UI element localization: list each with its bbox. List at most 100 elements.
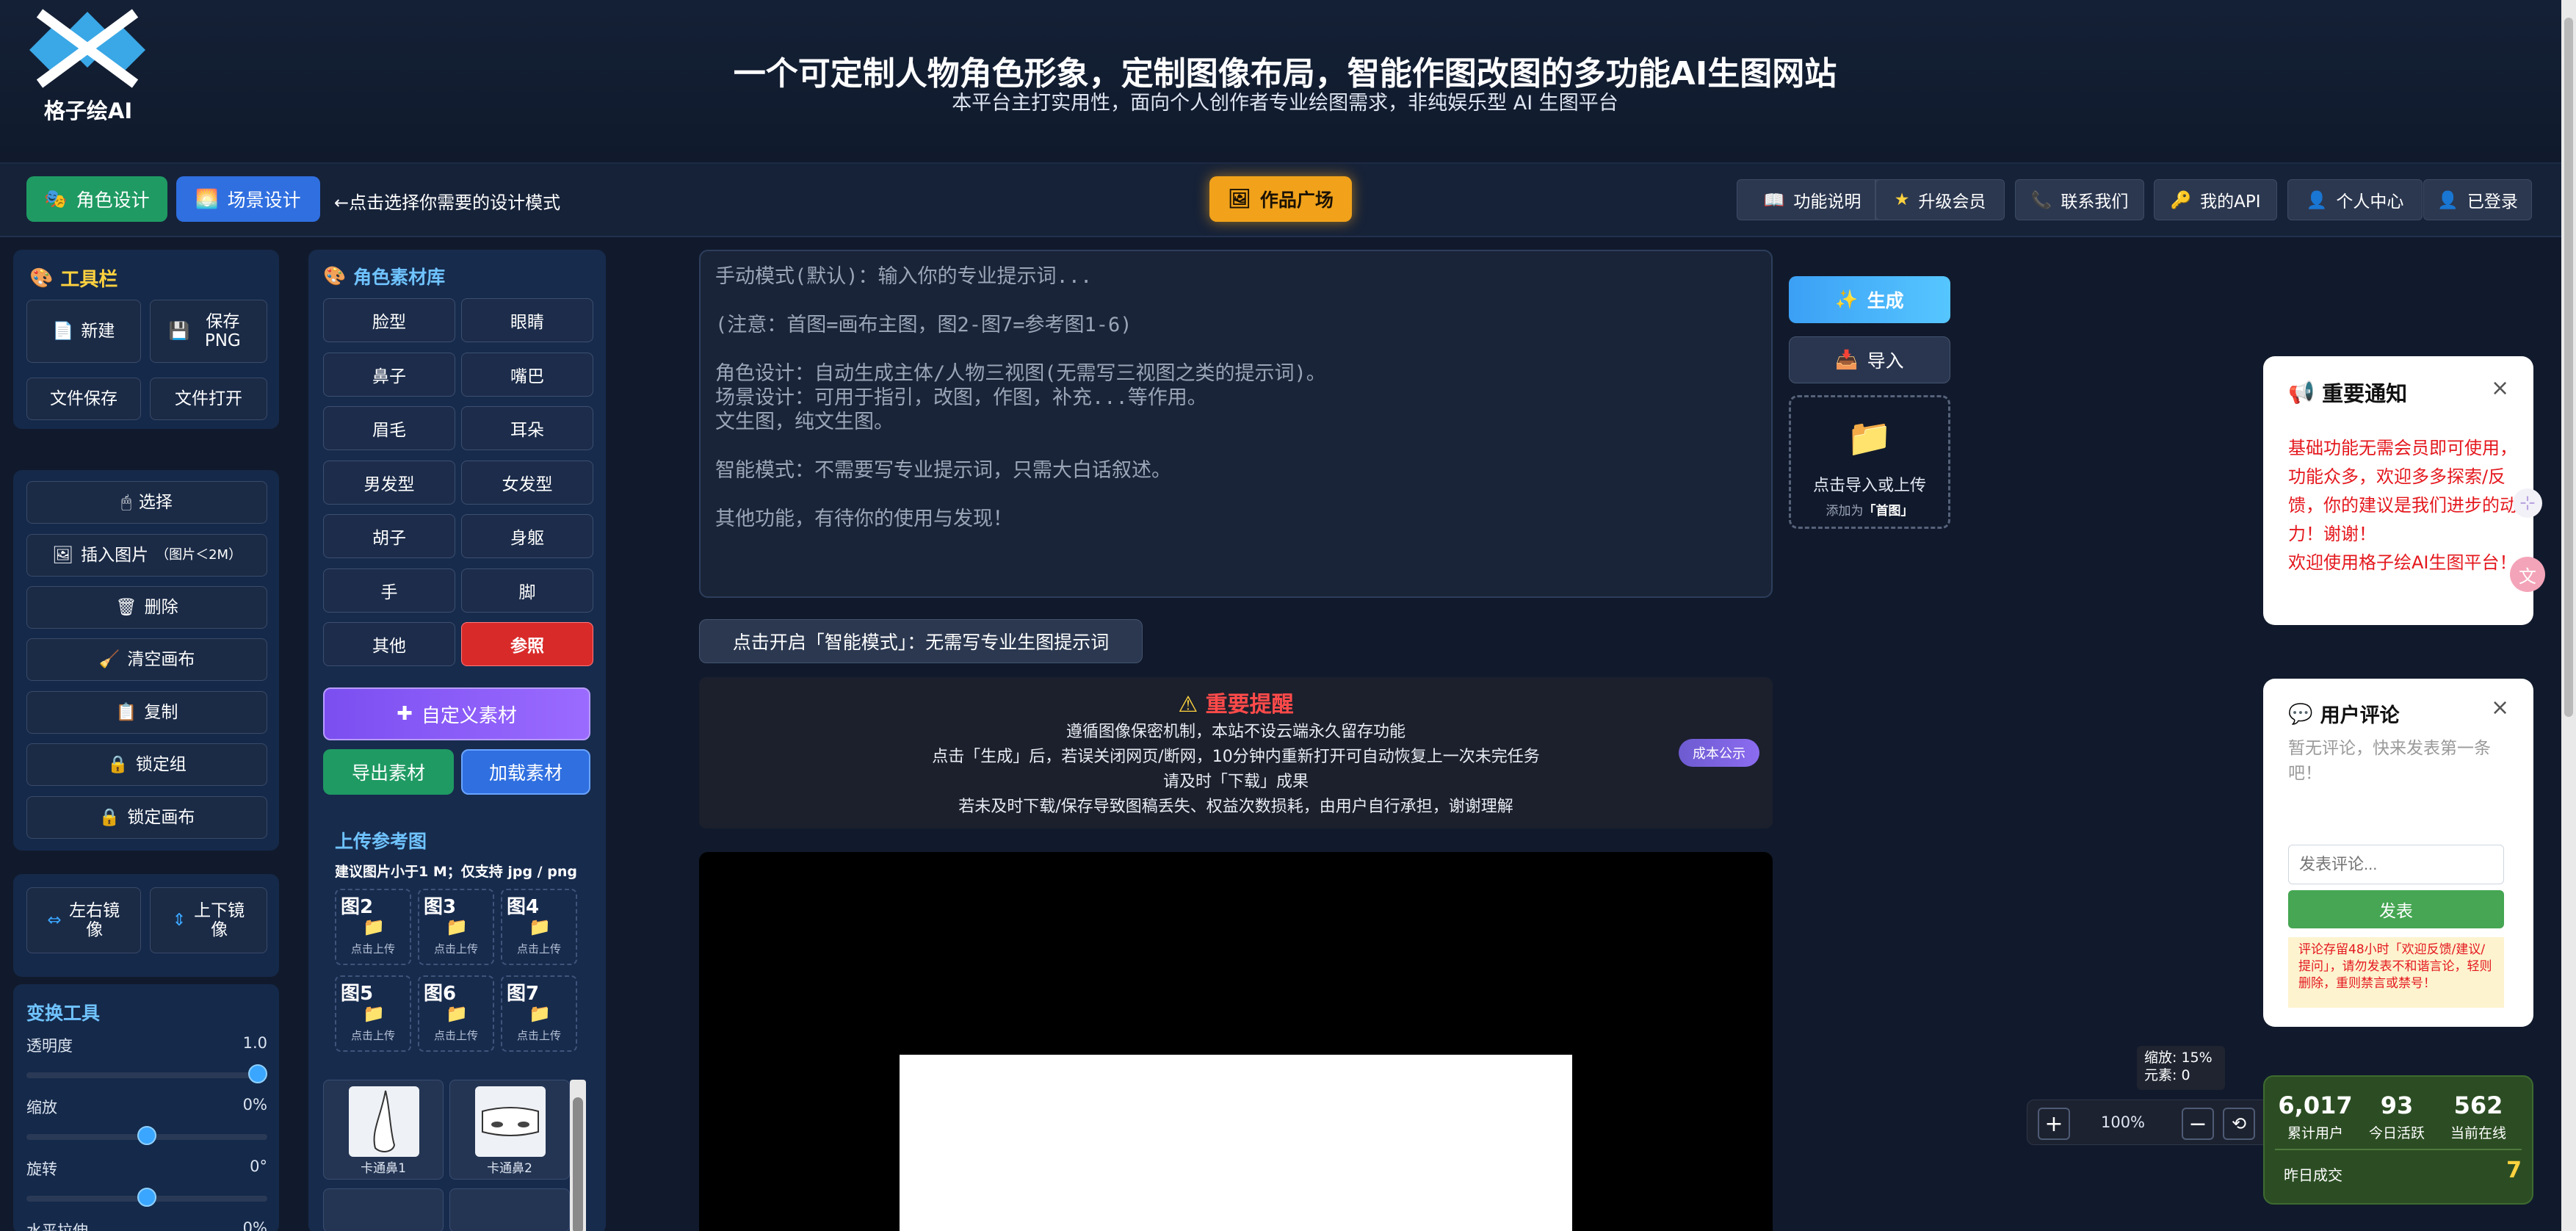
reference-upload-slot[interactable]: 图2 📁 点击上传 <box>335 889 411 965</box>
material-item-button[interactable]: 手 <box>323 568 455 613</box>
nose-thumbnail <box>475 1086 546 1157</box>
mouse-icon: 🖱 <box>121 492 131 512</box>
material-item-button[interactable]: 耳朵 <box>461 406 593 450</box>
import-button[interactable]: 📥 导入 <box>1789 336 1950 383</box>
reference-title: 上传参考图 <box>335 831 427 852</box>
folder-icon: 📁 <box>446 917 468 937</box>
material-thumb[interactable]: 卡通鼻2 <box>449 1080 570 1180</box>
new-button[interactable]: 📄 新建 <box>26 300 141 363</box>
zoom-out-button[interactable]: − <box>2182 1108 2214 1140</box>
comment-input[interactable] <box>2288 845 2504 884</box>
material-item-button[interactable]: 鼻子 <box>323 352 455 397</box>
material-item-button[interactable]: 男发型 <box>323 460 455 505</box>
comment-submit-button[interactable]: 发表 <box>2288 890 2504 928</box>
flip-vertical-button[interactable]: ⇕ 上下镜像 <box>150 887 267 953</box>
material-thumb[interactable] <box>449 1188 570 1231</box>
reference-upload-slot[interactable]: 图4 📁 点击上传 <box>501 889 577 965</box>
logo-icon[interactable] <box>25 7 150 88</box>
load-material-button[interactable]: 加载素材 <box>461 749 590 795</box>
translate-icon[interactable]: 文 <box>2510 557 2545 592</box>
mode-scene-button[interactable]: 🌅 场景设计 <box>176 176 320 222</box>
rotate-slider-handle[interactable] <box>137 1188 156 1207</box>
reference-upload-slot[interactable]: 图5 📁 点击上传 <box>335 975 411 1052</box>
brand-name: 格子绘AI <box>43 98 133 123</box>
comment-rules: 评论存留48小时「欢迎反馈/建议/提问」，请勿发表不和谐言论，轻则删除，重则禁言… <box>2288 937 2504 1008</box>
material-item-button[interactable]: 嘴巴 <box>461 352 593 397</box>
nav-api-button[interactable]: 🔑 我的API <box>2154 179 2277 220</box>
dropzone-text: 点击导入或上传 <box>1812 477 1926 495</box>
flip-vertical-icon: ⇕ <box>172 910 187 930</box>
total-users-label: 累计用户 <box>2287 1125 2343 1141</box>
material-thumb[interactable]: 卡通鼻1 <box>323 1080 444 1180</box>
mode-role-button[interactable]: 🎭 角色设计 <box>26 176 167 222</box>
key-icon: 🔑 <box>2170 190 2192 210</box>
opacity-slider[interactable] <box>26 1072 267 1078</box>
generate-button[interactable]: ✨ 生成 <box>1789 276 1950 323</box>
upload-dropzone[interactable]: 📁 点击导入或上传 添加为「首图」 <box>1789 395 1950 529</box>
cost-disclosure-button[interactable]: 成本公示 <box>1679 739 1759 767</box>
rotate-value: 0° <box>250 1158 267 1175</box>
scale-slider-handle[interactable] <box>137 1126 156 1145</box>
lock-group-button[interactable]: 🔒 锁定组 <box>26 743 267 786</box>
notice-body: 基础功能无需会员即可使用，功能众多，欢迎多多探索/反馈，你的建议是我们进步的动力… <box>2288 438 2517 573</box>
save-png-button[interactable]: 💾 保存PNG <box>150 300 267 363</box>
reference-upload-slot[interactable]: 图3 📁 点击上传 <box>418 889 494 965</box>
upload-icon: 📥 <box>1835 349 1859 370</box>
export-material-button[interactable]: 导出素材 <box>323 749 454 795</box>
canvas-paper[interactable] <box>900 1055 1572 1231</box>
material-item-button[interactable]: 其他 <box>323 622 455 666</box>
opacity-slider-handle[interactable] <box>248 1064 267 1083</box>
material-item-button[interactable]: 参照 <box>461 622 593 666</box>
side-tool-icon[interactable]: ⊹ <box>2513 488 2542 518</box>
custom-material-button[interactable]: ✚ 自定义素材 <box>323 687 590 740</box>
insert-image-button[interactable]: 🖼 插入图片 （图片＜2M） <box>26 534 267 577</box>
close-icon[interactable]: × <box>2491 375 2509 401</box>
opacity-value: 1.0 <box>242 1034 267 1052</box>
file-open-button[interactable]: 文件打开 <box>150 378 267 420</box>
gallery-button[interactable]: 🖼 作品广场 <box>1209 176 1352 222</box>
material-item-button[interactable]: 脚 <box>461 568 593 613</box>
copy-button[interactable]: 📋 复制 <box>26 691 267 734</box>
nav-help-button[interactable]: 📖 功能说明 <box>1737 179 1888 220</box>
material-item-button[interactable]: 眼睛 <box>461 298 593 342</box>
page-scrollbar-thumb[interactable] <box>2564 18 2573 717</box>
toolbar-title: 🎨 工具栏 <box>29 267 118 292</box>
file-save-button[interactable]: 文件保存 <box>26 378 141 420</box>
thumb-scrollbar[interactable] <box>570 1080 586 1231</box>
reminder-line: 请及时「下载」成果 <box>1162 773 1309 791</box>
slot-hint: 点击上传 <box>433 942 478 956</box>
plus-icon: ✚ <box>397 703 413 725</box>
nav-upgrade-button[interactable]: ★ 升级会员 <box>1875 179 2005 220</box>
material-item-button[interactable]: 脸型 <box>323 298 455 342</box>
nav-contact-button[interactable]: 📞 联系我们 <box>2015 179 2144 220</box>
lock-canvas-button[interactable]: 🔒 锁定画布 <box>26 796 267 839</box>
material-item-button[interactable]: 女发型 <box>461 460 593 505</box>
flip-horizontal-icon: ⇔ <box>47 910 62 930</box>
zoom-in-button[interactable]: + <box>2038 1108 2070 1140</box>
material-item-button[interactable]: 胡子 <box>323 514 455 558</box>
material-item-button[interactable]: 眉毛 <box>323 406 455 450</box>
nav-profile-button[interactable]: 👤 个人中心 <box>2287 179 2423 220</box>
delete-button[interactable]: 🗑 删除 <box>26 586 267 629</box>
smart-mode-button[interactable]: 点击开启「智能模式」：无需写专业生图提示词 <box>699 619 1143 663</box>
zoom-reset-button[interactable]: ⟲ <box>2223 1108 2255 1140</box>
slot-hint: 点击上传 <box>516 942 561 956</box>
prompt-textarea[interactable]: 手动模式(默认)：输入你的专业提示词... (注意：首图=画布主图，图2-图7=… <box>699 250 1773 598</box>
mode-hint: ←点击选择你需要的设计模式 <box>334 192 561 213</box>
close-icon[interactable]: × <box>2491 695 2509 721</box>
slot-hint: 点击上传 <box>350 1029 395 1042</box>
material-thumb[interactable] <box>323 1188 444 1231</box>
notice-title: 📢 重要通知 <box>2288 379 2408 407</box>
flip-horizontal-button[interactable]: ⇔ 左右镜像 <box>26 887 141 953</box>
reference-upload-slot[interactable]: 图7 📁 点击上传 <box>501 975 577 1052</box>
slot-label: 图6 <box>424 983 457 1005</box>
chat-icon: 💬 <box>2288 702 2313 726</box>
transform-title: 变换工具 <box>26 1003 101 1024</box>
scene-design-icon: 🌅 <box>195 188 219 209</box>
nav-logged-in-button[interactable]: 👤 已登录 <box>2423 179 2532 220</box>
active-today-label: 今日活跃 <box>2368 1125 2425 1141</box>
reference-upload-slot[interactable]: 图6 📁 点击上传 <box>418 975 494 1052</box>
clear-canvas-button[interactable]: 🧹 清空画布 <box>26 638 267 681</box>
select-button[interactable]: 🖱 选择 <box>26 481 267 524</box>
material-item-button[interactable]: 身躯 <box>461 514 593 558</box>
